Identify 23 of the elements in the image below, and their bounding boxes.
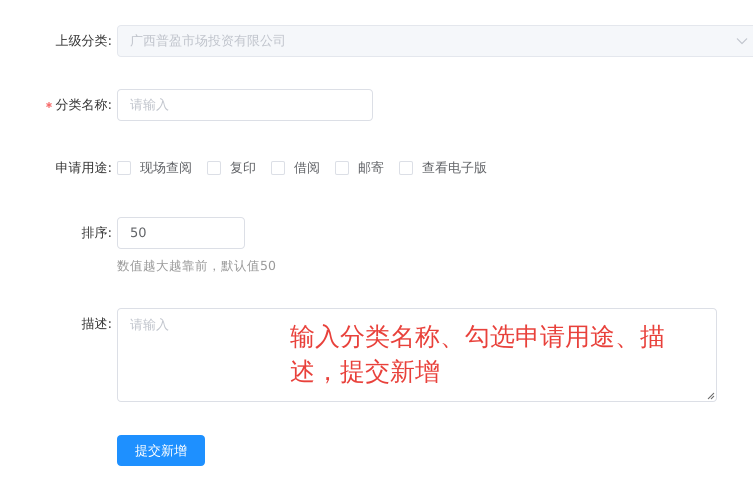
field-label: 分类名称:	[56, 97, 112, 114]
chevron-icon	[736, 37, 748, 45]
submit-button[interactable]: 提交新增	[117, 435, 205, 466]
annotation-text: 输入分类名称、勾选申请用途、描述，提交新增	[290, 321, 666, 388]
textarea-field[interactable]: 请输入 输入分类名称、勾选申请用途、描述，提交新增	[117, 308, 717, 402]
checkbox-label: 借阅	[294, 160, 320, 177]
resize-handle-icon[interactable]	[707, 392, 715, 400]
field-label: 排序:	[82, 225, 112, 242]
checkbox[interactable]	[271, 161, 285, 175]
field-label: 申请用途:	[56, 160, 112, 177]
checkbox[interactable]	[207, 161, 221, 175]
input-field[interactable]: 50	[117, 217, 245, 249]
field-label: 上级分类:	[56, 33, 112, 50]
input-field[interactable]: 请输入	[117, 89, 373, 121]
checkbox-label: 查看电子版	[422, 160, 487, 177]
checkbox[interactable]	[117, 161, 131, 175]
checkbox-label: 现场查阅	[140, 160, 192, 177]
hint-text: 数值越大越靠前，默认值50	[117, 258, 277, 275]
checkbox-label: 复印	[230, 160, 256, 177]
field-label: 描述:	[82, 316, 112, 333]
checkbox[interactable]	[335, 161, 349, 175]
checkbox[interactable]	[399, 161, 413, 175]
checkbox-label: 邮寄	[358, 160, 384, 177]
